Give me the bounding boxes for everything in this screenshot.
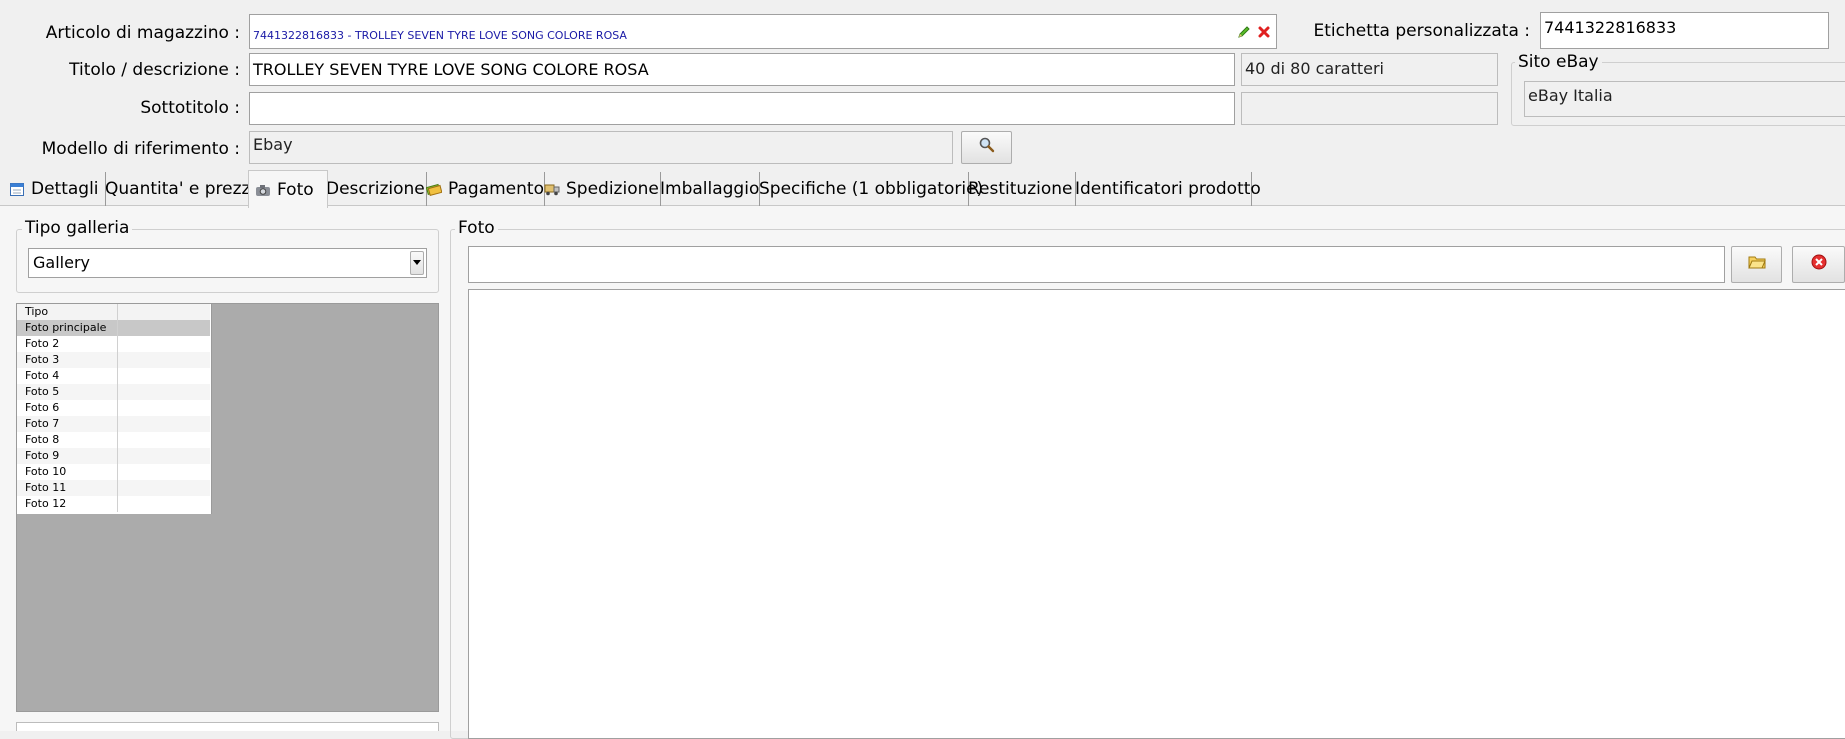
tipo-galleria-select[interactable]: Gallery	[28, 248, 427, 278]
foto-preview	[468, 289, 1845, 739]
grid-header: Tipo	[17, 304, 210, 321]
grid-cell-tipo: Foto 3	[23, 352, 118, 368]
money-icon	[426, 181, 444, 197]
tab-quantita-prezzo[interactable]: Quantita' e prezzo	[99, 172, 261, 206]
tab-foto[interactable]: Foto	[248, 170, 328, 208]
grid-cell-value	[115, 448, 210, 464]
grid-cell-value	[115, 320, 210, 336]
sottotitolo-label: Sottotitolo :	[140, 98, 240, 118]
grid-cell-tipo: Foto 5	[23, 384, 118, 400]
tab-dettagli[interactable]: Dettagli	[3, 172, 106, 206]
table-row[interactable]: Foto 2	[17, 336, 210, 352]
table-row[interactable]: Foto 9	[17, 448, 210, 464]
search-icon	[978, 136, 996, 159]
table-row[interactable]: Foto 6	[17, 400, 210, 416]
grid-cell-tipo: Foto 12	[23, 496, 118, 512]
grid-cell-value	[115, 464, 210, 480]
foto-grid-area: Tipo Foto principale Foto 2 Foto 3 Foto 4 Fo…	[16, 303, 439, 712]
etichetta-label: Etichetta personalizzata :	[1313, 21, 1530, 41]
tab-pagamento[interactable]: Pagamento	[420, 172, 545, 206]
delete-circle-icon	[1811, 254, 1827, 275]
table-row[interactable]: Foto 12	[17, 496, 210, 512]
sito-ebay-value: eBay Italia	[1524, 81, 1845, 117]
table-row[interactable]: Foto 7	[17, 416, 210, 432]
tab-bar: Dettagli Quantita' e prezzo Foto Descriz…	[0, 170, 1845, 208]
grid-cell-tipo: Foto 8	[23, 432, 118, 448]
grid-cell-value	[115, 352, 210, 368]
articolo-value: 7441322816833 - TROLLEY SEVEN TYRE LOVE …	[253, 29, 627, 42]
tab-imballaggio[interactable]: Imballaggio	[654, 172, 760, 206]
tab-specifiche[interactable]: Specifiche (1 obbligatorie)	[753, 172, 983, 206]
chevron-down-icon[interactable]	[410, 251, 424, 275]
delete-photo-button[interactable]	[1792, 246, 1845, 283]
grid-cell-value	[115, 400, 210, 416]
grid-cell-value	[115, 416, 210, 432]
table-row[interactable]: Foto 4	[17, 368, 210, 384]
articolo-label: Articolo di magazzino :	[45, 23, 240, 43]
tipo-galleria-selected: Gallery	[33, 253, 90, 272]
grid-cell-tipo: Foto 4	[23, 368, 118, 384]
tab-restituzione[interactable]: Restituzione	[962, 172, 1076, 206]
foto-path-input[interactable]	[468, 246, 1725, 283]
camera-icon	[255, 182, 273, 198]
shipping-icon	[544, 181, 562, 197]
open-folder-button[interactable]	[1731, 246, 1782, 283]
modello-value: Ebay	[249, 131, 953, 164]
foto-grid: Tipo Foto principale Foto 2 Foto 3 Foto 4 Fo…	[17, 304, 212, 514]
edit-pencil-icon[interactable]	[1236, 24, 1252, 40]
grid-cell-value	[115, 496, 210, 512]
grid-cell-value	[115, 480, 210, 496]
titolo-label: Titolo / descrizione :	[69, 60, 240, 80]
table-row[interactable]: Foto principale	[17, 320, 210, 336]
foto-legend: Foto	[455, 218, 498, 238]
calendar-icon	[9, 181, 27, 197]
table-row[interactable]: Foto 5	[17, 384, 210, 400]
modello-search-button[interactable]	[961, 131, 1012, 164]
clear-x-icon[interactable]	[1256, 24, 1272, 40]
sottotitolo-count	[1241, 92, 1498, 125]
grid-cell-tipo: Foto 7	[23, 416, 118, 432]
grid-cell-value	[115, 384, 210, 400]
grid-cell-tipo: Foto 2	[23, 336, 118, 352]
sito-ebay-legend: Sito eBay	[1515, 52, 1602, 72]
char-count: 40 di 80 caratteri	[1241, 53, 1498, 86]
sottotitolo-input[interactable]	[249, 92, 1235, 125]
grid-cell-tipo: Foto 11	[23, 480, 118, 496]
grid-header-col2	[115, 304, 210, 320]
folder-icon	[1747, 254, 1766, 275]
grid-header-tipo: Tipo	[23, 304, 118, 320]
grid-cell-tipo: Foto principale	[23, 320, 118, 336]
modello-label: Modello di riferimento :	[41, 139, 240, 159]
tipo-galleria-legend: Tipo galleria	[22, 218, 133, 238]
titolo-input[interactable]: TROLLEY SEVEN TYRE LOVE SONG COLORE ROSA	[249, 53, 1235, 86]
grid-footer-bar	[16, 722, 439, 731]
grid-cell-tipo: Foto 9	[23, 448, 118, 464]
grid-cell-value	[115, 432, 210, 448]
tab-identificatori-prodotto[interactable]: Identificatori prodotto	[1069, 172, 1261, 206]
grid-cell-value	[115, 336, 210, 352]
grid-cell-tipo: Foto 10	[23, 464, 118, 480]
table-row[interactable]: Foto 8	[17, 432, 210, 448]
table-row[interactable]: Foto 11	[17, 480, 210, 496]
table-row[interactable]: Foto 3	[17, 352, 210, 368]
table-row[interactable]: Foto 10	[17, 464, 210, 480]
articolo-field[interactable]: 7441322816833 - TROLLEY SEVEN TYRE LOVE …	[249, 14, 1277, 49]
tab-spedizione[interactable]: Spedizione	[538, 172, 661, 206]
tab-descrizione[interactable]: Descrizione	[320, 172, 427, 206]
grid-cell-tipo: Foto 6	[23, 400, 118, 416]
grid-cell-value	[115, 368, 210, 384]
etichetta-input[interactable]: 7441322816833	[1540, 12, 1829, 49]
